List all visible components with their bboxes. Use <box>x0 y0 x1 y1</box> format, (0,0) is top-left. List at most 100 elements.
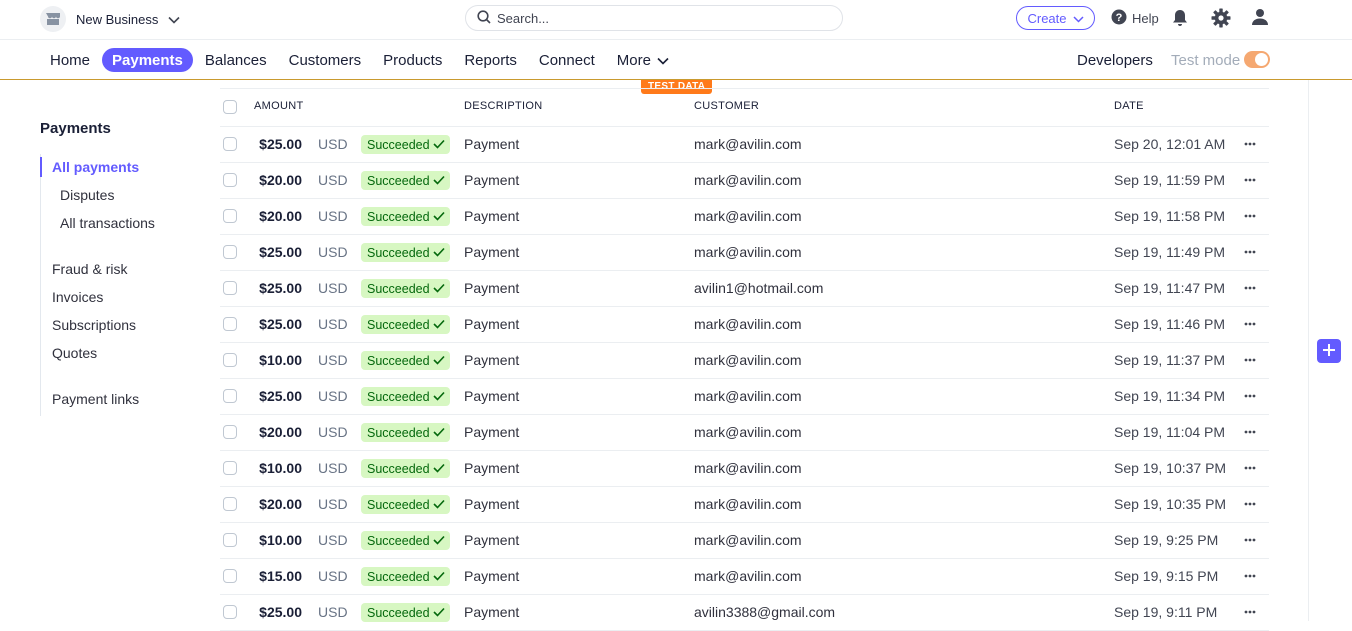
gear-icon[interactable] <box>1211 8 1231 31</box>
more-horizontal-icon[interactable] <box>1242 243 1258 261</box>
search-icon <box>466 9 497 27</box>
sidebar-active-indicator <box>40 157 42 177</box>
more-horizontal-icon[interactable] <box>1242 207 1258 225</box>
table-row[interactable]: $10.00 USD Succeeded Payment mark@avilin… <box>220 523 1269 559</box>
more-horizontal-icon[interactable] <box>1242 171 1258 189</box>
date-value: Sep 19, 9:15 PM <box>1114 568 1219 584</box>
more-horizontal-icon[interactable] <box>1242 387 1258 405</box>
table-row[interactable]: $20.00 USD Succeeded Payment mark@avilin… <box>220 487 1269 523</box>
more-horizontal-icon[interactable] <box>1242 567 1258 585</box>
description-value: Payment <box>464 244 520 260</box>
sidebar-item-quotes[interactable]: Quotes <box>52 345 97 361</box>
currency-code: USD <box>318 424 348 440</box>
row-checkbox[interactable] <box>223 533 237 547</box>
nav-balances[interactable]: Balances <box>195 48 277 72</box>
amount-value: $20.00 <box>259 208 302 224</box>
customer-email: avilin1@hotmail.com <box>694 280 824 296</box>
row-checkbox[interactable] <box>223 425 237 439</box>
currency-code: USD <box>318 532 348 548</box>
header-customer[interactable]: CUSTOMER <box>694 100 759 112</box>
amount-value: $25.00 <box>259 136 302 152</box>
table-row[interactable]: $15.00 USD Succeeded Payment mark@avilin… <box>220 559 1269 595</box>
date-value: Sep 19, 10:37 PM <box>1114 460 1227 476</box>
table-header: AMOUNT DESCRIPTION CUSTOMER DATE <box>220 88 1269 127</box>
developers-link[interactable]: Developers <box>1077 52 1153 69</box>
row-checkbox[interactable] <box>223 317 237 331</box>
table-row[interactable]: $25.00 USD Succeeded Payment mark@avilin… <box>220 127 1269 163</box>
currency-code: USD <box>318 208 348 224</box>
sidebar-item-disputes[interactable]: Disputes <box>60 187 114 203</box>
more-horizontal-icon[interactable] <box>1242 279 1258 297</box>
nav-reports[interactable]: Reports <box>454 48 527 72</box>
sidebar-item-invoices[interactable]: Invoices <box>52 289 103 305</box>
nav-payments[interactable]: Payments <box>102 48 193 72</box>
table-row[interactable]: $25.00 USD Succeeded Payment mark@avilin… <box>220 307 1269 343</box>
customer-email: mark@avilin.com <box>694 424 802 440</box>
nav-connect[interactable]: Connect <box>529 48 605 72</box>
select-all-checkbox[interactable] <box>223 100 237 114</box>
user-icon[interactable] <box>1251 8 1269 29</box>
nav-products[interactable]: Products <box>373 48 452 72</box>
sidebar-item-fraud-risk[interactable]: Fraud & risk <box>52 261 127 277</box>
more-horizontal-icon[interactable] <box>1242 495 1258 513</box>
more-horizontal-icon[interactable] <box>1242 459 1258 477</box>
table-row[interactable]: $25.00 USD Succeeded Payment mark@avilin… <box>220 235 1269 271</box>
row-checkbox[interactable] <box>223 353 237 367</box>
nav-more[interactable]: More <box>607 48 679 72</box>
table-row[interactable]: $25.00 USD Succeeded Payment mark@avilin… <box>220 379 1269 415</box>
table-row[interactable]: $20.00 USD Succeeded Payment mark@avilin… <box>220 163 1269 199</box>
row-checkbox[interactable] <box>223 209 237 223</box>
more-horizontal-icon[interactable] <box>1242 531 1258 549</box>
sidebar-item-all-transactions[interactable]: All transactions <box>60 215 155 231</box>
customer-email: mark@avilin.com <box>694 568 802 584</box>
help-button[interactable]: ? Help <box>1111 9 1159 28</box>
status-badge: Succeeded <box>361 459 450 478</box>
row-checkbox[interactable] <box>223 569 237 583</box>
status-label: Succeeded <box>367 209 430 224</box>
search-bar[interactable] <box>465 5 843 31</box>
search-input[interactable] <box>497 10 817 26</box>
sidebar-item-subscriptions[interactable]: Subscriptions <box>52 317 136 333</box>
quick-add-button[interactable] <box>1317 339 1341 363</box>
row-checkbox[interactable] <box>223 497 237 511</box>
sidebar-item-all-payments[interactable]: All payments <box>52 159 139 175</box>
currency-code: USD <box>318 352 348 368</box>
table-row[interactable]: $10.00 USD Succeeded Payment mark@avilin… <box>220 451 1269 487</box>
customer-email: mark@avilin.com <box>694 496 802 512</box>
help-icon: ? <box>1111 9 1127 28</box>
description-value: Payment <box>464 280 520 296</box>
test-mode-toggle[interactable] <box>1244 51 1270 68</box>
account-switcher[interactable]: New Business <box>40 6 180 32</box>
row-checkbox[interactable] <box>223 245 237 259</box>
row-checkbox[interactable] <box>223 461 237 475</box>
row-checkbox[interactable] <box>223 389 237 403</box>
more-horizontal-icon[interactable] <box>1242 423 1258 441</box>
row-checkbox[interactable] <box>223 281 237 295</box>
header-amount[interactable]: AMOUNT <box>254 100 303 112</box>
status-badge: Succeeded <box>361 567 450 586</box>
more-horizontal-icon[interactable] <box>1242 135 1258 153</box>
check-icon <box>432 354 445 368</box>
nav-customers[interactable]: Customers <box>279 48 372 72</box>
nav-home[interactable]: Home <box>40 48 100 72</box>
status-label: Succeeded <box>367 389 430 404</box>
row-checkbox[interactable] <box>223 137 237 151</box>
row-checkbox[interactable] <box>223 173 237 187</box>
header-date[interactable]: DATE <box>1114 100 1144 112</box>
sidebar-item-payment-links[interactable]: Payment links <box>52 391 139 407</box>
bell-icon[interactable] <box>1172 9 1188 30</box>
create-button[interactable]: Create <box>1016 6 1095 30</box>
table-row[interactable]: $20.00 USD Succeeded Payment mark@avilin… <box>220 415 1269 451</box>
more-horizontal-icon[interactable] <box>1242 351 1258 369</box>
table-row[interactable]: $25.00 USD Succeeded Payment avilin3388@… <box>220 595 1269 631</box>
more-horizontal-icon[interactable] <box>1242 603 1258 621</box>
table-row[interactable]: $20.00 USD Succeeded Payment mark@avilin… <box>220 199 1269 235</box>
table-row[interactable]: $10.00 USD Succeeded Payment mark@avilin… <box>220 343 1269 379</box>
status-label: Succeeded <box>367 137 430 152</box>
right-panel-divider <box>1308 80 1309 621</box>
more-horizontal-icon[interactable] <box>1242 315 1258 333</box>
description-value: Payment <box>464 172 520 188</box>
row-checkbox[interactable] <box>223 605 237 619</box>
table-row[interactable]: $25.00 USD Succeeded Payment avilin1@hot… <box>220 271 1269 307</box>
header-description[interactable]: DESCRIPTION <box>464 100 542 112</box>
